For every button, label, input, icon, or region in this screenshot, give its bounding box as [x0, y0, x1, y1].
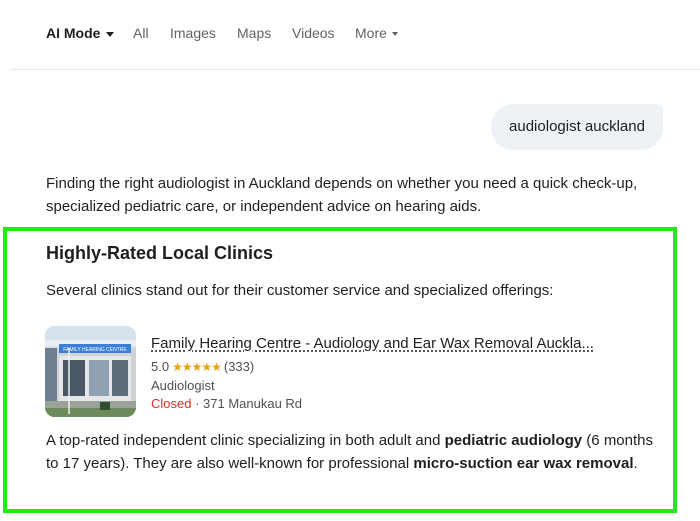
clinic-thumbnail[interactable]: FAMILY HEARING CENTRE: [45, 326, 136, 417]
tab-all[interactable]: All: [133, 25, 149, 42]
search-tabs-bar: AI Mode All Images Maps Videos More: [0, 0, 700, 69]
section-description: Several clinics stand out for their cust…: [46, 282, 554, 299]
open-status: Closed: [151, 396, 192, 411]
clinic-photo: FAMILY HEARING CENTRE: [45, 326, 136, 417]
review-count: (333): [223, 359, 255, 374]
star-rating-icon: ★★★★★: [172, 360, 222, 374]
tab-more-label: More: [355, 25, 387, 41]
status-row: Closed · 371 Manukau Rd: [151, 395, 302, 413]
description-text: A top-rated independent clinic specializ…: [46, 432, 445, 449]
user-query-bubble: audiologist auckland: [491, 104, 663, 150]
description-text: .: [633, 455, 638, 472]
clinic-address: 371 Manukau Rd: [203, 396, 303, 411]
tab-images[interactable]: Images: [170, 25, 216, 42]
caret-down-icon: [391, 32, 398, 37]
tab-ai-mode[interactable]: AI Mode: [46, 25, 115, 42]
rating-value: 5.0: [151, 359, 170, 374]
clinic-sign-text: FAMILY HEARING CENTRE: [63, 347, 127, 353]
tab-more[interactable]: More: [355, 25, 398, 42]
description-bold: micro-suction ear wax removal: [413, 455, 634, 472]
nav-divider: [10, 69, 700, 70]
tab-ai-mode-label: AI Mode: [46, 25, 101, 41]
clinic-description: A top-rated independent clinic specializ…: [46, 429, 666, 475]
tab-videos[interactable]: Videos: [292, 25, 335, 42]
tab-maps[interactable]: Maps: [237, 25, 271, 42]
caret-down-icon: [106, 31, 115, 37]
intro-paragraph: Finding the right audiologist in Aucklan…: [46, 175, 638, 215]
clinic-name-link[interactable]: Family Hearing Centre - Audiology and Ea…: [151, 334, 594, 354]
status-separator: ·: [191, 396, 204, 411]
description-bold: pediatric audiology: [444, 432, 583, 449]
section-heading: Highly-Rated Local Clinics: [46, 243, 274, 263]
clinic-category: Audiologist: [151, 378, 215, 393]
rating-row: 5.0 ★★★★★ (333): [151, 358, 254, 376]
